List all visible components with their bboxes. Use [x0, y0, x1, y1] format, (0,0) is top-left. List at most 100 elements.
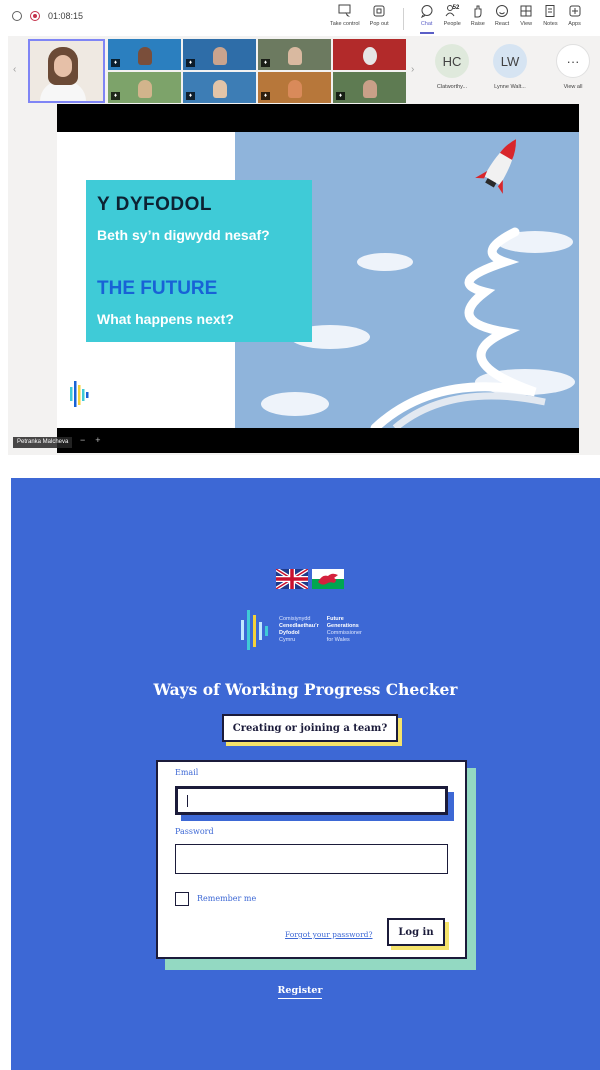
toolbar-divider — [402, 8, 404, 30]
pop-out-label: Pop out — [369, 21, 389, 27]
react-button[interactable]: React — [495, 4, 509, 34]
brand-english-line: Generations — [326, 623, 359, 629]
commissioner-logo: Comisiynydd Cenedlaethau’r Dyfodol Cymru… — [241, 610, 362, 650]
remember-me-checkbox[interactable] — [175, 892, 189, 906]
mic-muted-icon: ♦ — [261, 92, 270, 100]
video-tile[interactable]: ♦ — [183, 72, 256, 103]
slide-title-english: THE FUTURE — [97, 278, 218, 299]
log-in-button[interactable]: Log in — [387, 918, 445, 946]
self-video-tile[interactable] — [28, 39, 105, 103]
brand-english-line: Future — [326, 616, 344, 622]
view-label: View — [520, 21, 533, 27]
video-tile[interactable]: ♦ — [333, 72, 406, 103]
mic-muted-icon: ♦ — [111, 59, 120, 67]
people-button[interactable]: 52 People — [444, 4, 461, 34]
register-link[interactable]: Register — [277, 985, 323, 999]
brand-logo-icon — [241, 610, 268, 650]
login-button-wrapper: Log in — [387, 918, 449, 950]
login-form: Email Password Remember me Forgot your p… — [156, 760, 467, 959]
zoom-controls[interactable]: −+ — [80, 435, 111, 445]
participant-avatar — [213, 47, 227, 65]
mic-muted-icon: ♦ — [261, 59, 270, 67]
react-label: React — [494, 21, 510, 27]
view-all-button[interactable]: ··· View all — [556, 44, 590, 90]
password-field[interactable] — [175, 844, 448, 874]
create-join-team-button[interactable]: Creating or joining a team? — [222, 714, 398, 742]
team-button-wrapper: Creating or joining a team? — [222, 714, 402, 746]
more-icon: ··· — [556, 44, 590, 78]
brand-welsh-line: Comisiynydd — [279, 616, 311, 622]
participant-avatar — [363, 47, 377, 65]
participant-avatar — [288, 80, 302, 98]
brand-english-line: for Wales — [326, 637, 350, 643]
roster-name: Lynne Walt... — [494, 84, 526, 90]
presentation-slide: Y DYFODOL Beth sy’n digwydd nesaf? THE F… — [57, 132, 579, 428]
language-switcher — [276, 569, 344, 589]
roster-item[interactable]: LW Lynne Walt... — [493, 44, 527, 90]
participant-avatar — [138, 47, 152, 65]
wales-flag-icon[interactable] — [312, 569, 344, 589]
meeting-timer: 01:08:15 — [48, 11, 84, 21]
pop-out-button[interactable]: Pop out — [370, 4, 389, 34]
pop-out-icon — [373, 5, 385, 17]
mic-muted-icon: ♦ — [111, 92, 120, 100]
email-label: Email — [175, 768, 199, 777]
slide-title-box: Y DYFODOL Beth sy’n digwydd nesaf? THE F… — [86, 180, 312, 342]
take-control-button[interactable]: Take control — [330, 4, 360, 34]
gallery-next-arrow-icon[interactable]: › — [411, 64, 414, 75]
chat-icon — [420, 5, 433, 18]
brand-welsh-line: Dyfodol — [279, 630, 300, 636]
mic-muted-icon: ♦ — [186, 59, 195, 67]
recording-status: 01:08:15 — [12, 11, 83, 21]
view-button[interactable]: View — [519, 4, 533, 34]
login-page: Comisiynydd Cenedlaethau’r Dyfodol Cymru… — [11, 478, 600, 1070]
avatar: LW — [493, 44, 527, 78]
participant-avatar — [138, 80, 152, 98]
remember-me-label[interactable]: Remember me — [197, 894, 256, 903]
apps-label: Apps — [568, 21, 581, 27]
status-circle-icon — [12, 11, 22, 21]
video-tile[interactable]: ♦ — [108, 39, 181, 70]
brand-welsh-line: Cenedlaethau’r — [279, 623, 319, 629]
roster-item[interactable]: HC Clatworthy... — [435, 44, 469, 90]
recording-icon — [30, 11, 40, 21]
video-tile[interactable]: ♦ — [258, 72, 331, 103]
meeting-toolbar: 01:08:15 Take control Pop out Chat 52 Pe… — [8, 0, 600, 36]
chat-button[interactable]: Chat — [419, 4, 434, 34]
react-icon — [496, 5, 509, 17]
forgot-password-link[interactable]: Forgot your password? — [285, 930, 372, 939]
roster-name: Clatworthy... — [436, 84, 468, 90]
participant-avatar — [213, 80, 227, 98]
video-tile[interactable]: ♦ — [258, 39, 331, 70]
chat-label: Chat — [420, 21, 433, 27]
slide-subtitle-english: What happens next? — [97, 311, 234, 327]
participant-face — [54, 55, 72, 77]
uk-flag-icon[interactable] — [276, 569, 308, 589]
presenter-name-tag: Petranka Malcheva — [13, 437, 73, 448]
raise-label: Raise — [470, 21, 485, 27]
brand-text-english: Future Generations Commissioner for Wale… — [327, 616, 362, 644]
participant-avatar — [363, 80, 377, 98]
video-tile[interactable]: ♦ — [108, 72, 181, 103]
raise-hand-icon — [474, 5, 482, 18]
video-tile[interactable]: ♦ — [183, 39, 256, 70]
people-label: People — [443, 21, 461, 27]
slide-logo-icon — [70, 381, 89, 407]
notes-button[interactable]: Notes — [543, 4, 558, 34]
apps-button[interactable]: Apps — [568, 4, 582, 34]
video-tile[interactable] — [333, 39, 406, 70]
raise-hand-button[interactable]: Raise — [471, 4, 485, 34]
take-control-label: Take control — [330, 21, 360, 27]
meeting-window: 01:08:15 Take control Pop out Chat 52 Pe… — [8, 0, 600, 455]
text-caret — [187, 795, 188, 807]
take-control-icon — [338, 4, 351, 17]
video-gallery: ‹ ♦ ♦ ♦ ♦ ♦ ♦ ♦ › HC Clatworthy... LW Ly… — [8, 36, 600, 104]
mic-muted-icon: ♦ — [186, 92, 195, 100]
shared-screen: Y DYFODOL Beth sy’n digwydd nesaf? THE F… — [57, 104, 579, 453]
email-field[interactable] — [175, 786, 448, 815]
apps-icon — [569, 5, 581, 17]
gallery-prev-arrow-icon[interactable]: ‹ — [13, 64, 16, 75]
brand-welsh-line: Cymru — [279, 637, 296, 643]
people-count: 52 — [452, 5, 460, 11]
view-all-label: View all — [563, 84, 583, 90]
